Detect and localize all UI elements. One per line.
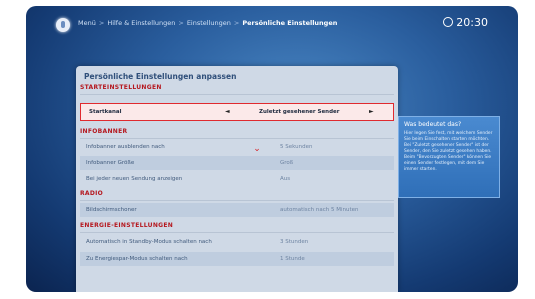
setting-label: Startkanal xyxy=(89,109,122,115)
setting-value: Zuletzt gesehener Sender xyxy=(259,109,340,115)
arrow-left-icon[interactable]: ◄ xyxy=(225,108,230,115)
setting-row-sendung-anzeigen[interactable]: Bei jeder neuen Sendung anzeigen Aus xyxy=(80,172,394,186)
section-heading-start: STARTEINSTELLUNGEN xyxy=(80,84,394,95)
clock-icon xyxy=(443,17,454,27)
setting-value: 5 Sekunden xyxy=(280,144,313,150)
help-box: Was bedeutet das? Hier legen Sie fest, m… xyxy=(398,116,500,198)
setting-label: Infobanner ausblenden nach xyxy=(86,144,165,150)
clock: 20:30 xyxy=(443,16,488,29)
setting-value: Aus xyxy=(280,176,291,182)
settings-panel: Persönliche Einstellungen anpassen START… xyxy=(76,66,398,292)
breadcrumb-item-menu[interactable]: Menü xyxy=(78,19,96,27)
home-icon[interactable] xyxy=(56,18,70,32)
help-title: Was bedeutet das? xyxy=(404,121,462,128)
setting-value: Groß xyxy=(280,160,294,166)
setting-label: Infobanner Größe xyxy=(86,160,135,166)
setting-label: Zu Energiespar-Modus schalten nach xyxy=(86,256,188,262)
breadcrumb: Menü > Hilfe & Einstellungen > Einstellungen… xyxy=(78,19,338,27)
setting-value: 1 Stunde xyxy=(280,256,305,262)
setting-row-infobanner-ausblenden[interactable]: Infobanner ausblenden nach 5 Sekunden xyxy=(80,140,394,154)
setting-row-bildschirmschoner[interactable]: Bildschirmschoner automatisch nach 5 Min… xyxy=(80,203,394,217)
setting-row-energiespar[interactable]: Zu Energiespar-Modus schalten nach 1 Stu… xyxy=(80,252,394,266)
setting-label: Bildschirmschoner xyxy=(86,207,137,213)
section-heading-radio: RADIO xyxy=(80,190,394,201)
clock-time: 20:30 xyxy=(456,16,488,29)
setting-value: 3 Stunden xyxy=(280,239,309,245)
breadcrumb-item-settings[interactable]: Einstellungen xyxy=(187,19,231,27)
top-bar: Menü > Hilfe & Einstellungen > Einstellungen… xyxy=(26,16,518,38)
setting-label: Bei jeder neuen Sendung anzeigen xyxy=(86,176,183,182)
setting-row-startkanal[interactable]: Startkanal ◄ Zuletzt gesehener Sender ► xyxy=(80,103,394,121)
setting-row-infobanner-groesse[interactable]: Infobanner Größe Groß xyxy=(80,156,394,170)
setting-row-standby[interactable]: Automatisch in Standby-Modus schalten na… xyxy=(80,235,394,249)
panel-title: Persönliche Einstellungen anpassen xyxy=(84,72,237,81)
tv-screen: Menü > Hilfe & Einstellungen > Einstellungen… xyxy=(26,6,518,292)
breadcrumb-item-help[interactable]: Hilfe & Einstellungen xyxy=(107,19,175,27)
arrow-right-icon[interactable]: ► xyxy=(369,108,374,115)
help-text: Hier legen Sie fest, mit welchem Sender … xyxy=(404,131,493,172)
section-heading-info: INFOBANNER xyxy=(80,128,394,139)
breadcrumb-current: Persönliche Einstellungen xyxy=(242,19,338,27)
setting-label: Automatisch in Standby-Modus schalten na… xyxy=(86,239,212,245)
setting-value: automatisch nach 5 Minuten xyxy=(280,207,359,213)
section-heading-energy: ENERGIE-EINSTELLUNGEN xyxy=(80,222,394,233)
